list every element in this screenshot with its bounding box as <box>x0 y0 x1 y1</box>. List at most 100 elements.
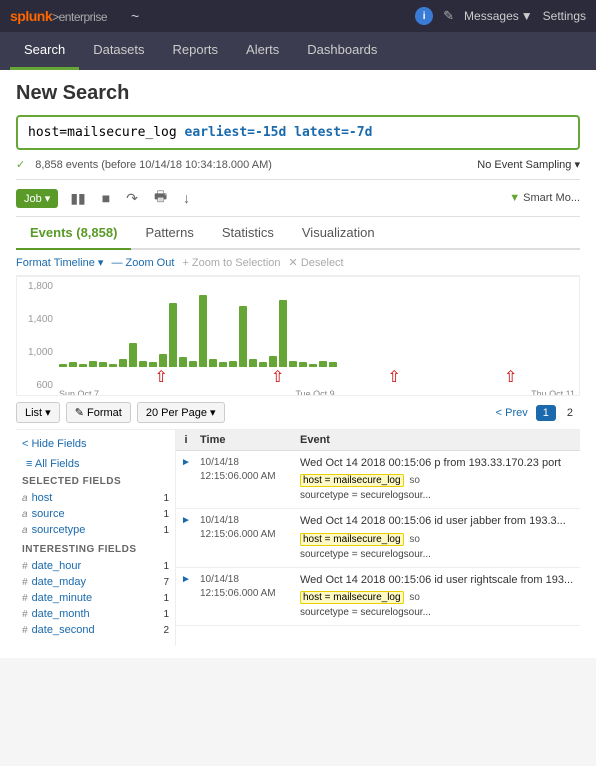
pagination: < Prev 1 2 <box>492 405 580 421</box>
event-content-1: Wed Oct 14 2018 00:15:06 p from 193.33.1… <box>296 451 580 508</box>
chart-bar <box>99 362 107 367</box>
prev-btn[interactable]: < Prev <box>492 405 532 421</box>
header-i: i <box>176 434 196 446</box>
info-icon[interactable]: i <box>415 7 433 25</box>
activity-icon[interactable]: ✎ <box>443 8 454 24</box>
status-check-icon: ✓ <box>16 158 25 171</box>
chart-bar <box>249 359 257 367</box>
page-next[interactable]: 2 <box>560 405 580 421</box>
chart-bars-area: ⇧ ⇧ ⇧ ⇧ Sun Oct 72018 Tue Oct 9 Thu Oct … <box>55 283 579 395</box>
nav-item-datasets[interactable]: Datasets <box>79 32 158 70</box>
event-field-sourcetype-3: sourcetype = securelogsour... <box>300 606 576 620</box>
chart-bar <box>169 303 177 367</box>
event-expand-2[interactable]: ► <box>176 509 196 566</box>
nav-item-reports[interactable]: Reports <box>159 32 233 70</box>
all-fields-btn[interactable]: ≡ All Fields <box>26 458 80 470</box>
chart-bar <box>329 362 337 367</box>
print-icon[interactable]: 🖶 <box>150 184 171 212</box>
chart-bar <box>309 364 317 367</box>
chart-bar <box>129 343 137 367</box>
search-topbar-icon[interactable]: ~ <box>131 8 139 24</box>
chart-bar <box>199 295 207 367</box>
event-expand-3[interactable]: ► <box>176 568 196 625</box>
sidebar-header: < Hide Fields <box>22 438 169 450</box>
search-input-box[interactable]: host=mailsecure_log earliest=-15d latest… <box>16 115 580 150</box>
format-timeline-btn[interactable]: Format Timeline ▾ <box>16 256 103 269</box>
header-time: Time <box>196 434 296 446</box>
page-current[interactable]: 1 <box>536 405 556 421</box>
tab-statistics[interactable]: Statistics <box>208 217 288 250</box>
chart-bar <box>139 361 147 367</box>
nav-item-alerts[interactable]: Alerts <box>232 32 293 70</box>
header-event: Event <box>296 434 580 446</box>
events-table-header: i Time Event <box>176 430 580 451</box>
no-event-sampling[interactable]: No Event Sampling ▾ <box>477 158 580 171</box>
job-button[interactable]: Job ▾ <box>16 189 58 208</box>
tab-events[interactable]: Events (8,858) <box>16 217 131 250</box>
nav-item-search[interactable]: Search <box>10 32 79 70</box>
field-source[interactable]: a source 1 <box>22 506 169 522</box>
tab-patterns[interactable]: Patterns <box>131 217 207 250</box>
nav-bar: Search Datasets Reports Alerts Dashboard… <box>0 32 596 70</box>
zoom-out-btn[interactable]: — Zoom Out <box>111 257 174 269</box>
arrow-2: ⇧ <box>271 367 284 387</box>
field-date-second[interactable]: # date_second 2 <box>22 622 169 638</box>
smart-mode[interactable]: ▼ Smart Mo... <box>509 192 580 204</box>
chart-bar <box>109 364 117 367</box>
refresh-icon[interactable]: ↷ <box>122 188 142 209</box>
interesting-fields-section: INTERESTING FIELDS <box>22 544 169 555</box>
chart-bar <box>289 361 297 367</box>
field-sourcetype[interactable]: a sourcetype 1 <box>22 522 169 538</box>
job-toolbar: Job ▾ ▮▮ ■ ↷ 🖶 ↓ ▼ Smart Mo... <box>16 179 580 217</box>
event-field-host-3: host = mailsecure_log <box>300 591 404 604</box>
event-time-3: 10/14/1812:15:06.000 AM <box>196 568 296 625</box>
stop-icon[interactable]: ■ <box>98 188 114 208</box>
event-expand-1[interactable]: ► <box>176 451 196 508</box>
chart-y-labels: 1,800 1,400 1,000 600 <box>17 277 55 395</box>
event-row: ► 10/14/1812:15:06.000 AM Wed Oct 14 201… <box>176 451 580 509</box>
chart-bar <box>119 359 127 367</box>
field-date-month[interactable]: # date_month 1 <box>22 606 169 622</box>
chart-area: 1,800 1,400 1,000 600 ⇧ ⇧ ⇧ ⇧ Sun Oct 72… <box>16 276 580 396</box>
list-btn[interactable]: List ▾ <box>16 402 60 423</box>
per-page-btn[interactable]: 20 Per Page ▾ <box>137 402 225 423</box>
chart-bar <box>229 361 237 367</box>
chart-bar <box>299 362 307 367</box>
arrow-4: ⇧ <box>504 367 517 387</box>
arrows-row: ⇧ ⇧ ⇧ ⇧ <box>93 367 579 387</box>
zoom-selection-btn: + Zoom to Selection <box>182 257 280 269</box>
event-field-host-1: host = mailsecure_log <box>300 474 404 487</box>
download-icon[interactable]: ↓ <box>179 188 194 208</box>
event-row: ► 10/14/1812:15:06.000 AM Wed Oct 14 201… <box>176 568 580 626</box>
event-count-status: 8,858 events (before 10/14/18 10:34:18.0… <box>35 159 272 171</box>
selected-fields-section: SELECTED FIELDS <box>22 476 169 487</box>
search-earliest: earliest=-15d <box>185 125 287 140</box>
event-field-sourcetype-1: sourcetype = securelogsour... <box>300 489 576 503</box>
chart-bar <box>259 362 267 367</box>
field-date-hour[interactable]: # date_hour 1 <box>22 558 169 574</box>
search-query: host=mailsecure_log <box>28 125 185 140</box>
chart-bar <box>59 364 67 367</box>
logo: splunk>enterprise <box>10 8 107 24</box>
chart-bar <box>159 354 167 367</box>
format-btn[interactable]: ✎ Format <box>66 402 131 423</box>
chart-bars <box>55 287 579 367</box>
page-title: New Search <box>16 82 580 105</box>
arrow-3: ⇧ <box>388 367 401 387</box>
status-bar: ✓ 8,858 events (before 10/14/18 10:34:18… <box>16 156 580 173</box>
tab-visualization[interactable]: Visualization <box>288 217 389 250</box>
field-host[interactable]: a host 1 <box>22 490 169 506</box>
messages-menu[interactable]: Messages▼ <box>464 9 533 23</box>
search-latest: latest=-7d <box>294 125 372 140</box>
pause-icon[interactable]: ▮▮ <box>66 188 89 209</box>
chart-bar <box>79 364 87 367</box>
event-field-host-2: host = mailsecure_log <box>300 533 404 546</box>
settings-menu[interactable]: Settings <box>543 9 586 23</box>
deselect-btn: ✕ Deselect <box>289 256 344 269</box>
nav-item-dashboards[interactable]: Dashboards <box>293 32 391 70</box>
sidebar: < Hide Fields ≡ All Fields SELECTED FIEL… <box>16 430 176 646</box>
field-date-mday[interactable]: # date_mday 7 <box>22 574 169 590</box>
hide-fields-btn[interactable]: < Hide Fields <box>22 438 87 450</box>
field-date-minute[interactable]: # date_minute 1 <box>22 590 169 606</box>
timeline-controls: Format Timeline ▾ — Zoom Out + Zoom to S… <box>16 250 580 276</box>
